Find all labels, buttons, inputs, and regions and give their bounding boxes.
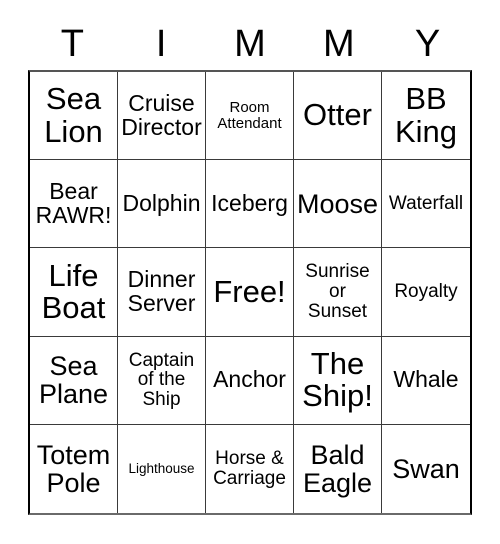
- bingo-cell[interactable]: Waterfall: [382, 160, 470, 249]
- header-letter-0: T: [60, 23, 84, 65]
- bingo-cell[interactable]: Anchor: [206, 336, 294, 425]
- header-letter-4: Y: [414, 23, 441, 65]
- bingo-cell[interactable]: Life Boat: [30, 248, 118, 337]
- bingo-cell[interactable]: BB King: [382, 72, 470, 161]
- bingo-cell-label: Room Attendant: [217, 99, 282, 132]
- bingo-cell[interactable]: Bear RAWR!: [30, 160, 118, 249]
- bingo-cell[interactable]: Cruise Director: [118, 72, 206, 161]
- bingo-cell[interactable]: Whale: [382, 336, 470, 425]
- bingo-cell-label: Iceberg: [211, 189, 288, 216]
- bingo-cell[interactable]: Iceberg: [206, 160, 294, 249]
- bingo-cell[interactable]: Dinner Server: [118, 248, 206, 337]
- bingo-cell[interactable]: Moose: [294, 160, 382, 249]
- bingo-cell-label: Bear RAWR!: [35, 177, 112, 228]
- bingo-cell[interactable]: Swan: [382, 424, 470, 513]
- bingo-cell[interactable]: Captain of the Ship: [118, 336, 206, 425]
- bingo-cell[interactable]: Lighthouse: [118, 424, 206, 513]
- bingo-cell[interactable]: Bald Eagle: [294, 424, 382, 513]
- bingo-cell[interactable]: Otter: [294, 72, 382, 161]
- bingo-cell-label: Whale: [393, 366, 459, 393]
- bingo-cell-label: Otter: [303, 97, 372, 133]
- bingo-cell-label: Free!: [213, 273, 286, 309]
- bingo-cell-label: Swan: [392, 453, 460, 484]
- bingo-cell-label: Waterfall: [388, 192, 464, 214]
- bingo-cell-label: Life Boat: [41, 257, 106, 325]
- bingo-cell-label: Dolphin: [122, 189, 201, 216]
- bingo-cell-label: Bald Eagle: [302, 439, 373, 498]
- header-letter-1: I: [155, 23, 167, 65]
- bingo-cell-label: Lighthouse: [128, 460, 195, 476]
- bingo-card: T I M M Y Sea Lion Cruise Director Room …: [0, 0, 500, 544]
- bingo-cell[interactable]: The Ship!: [294, 336, 382, 425]
- bingo-cell[interactable]: Horse & Carriage: [206, 424, 294, 513]
- bingo-cell[interactable]: Sea Lion: [30, 72, 118, 161]
- bingo-cell-label: Cruise Director: [121, 89, 202, 140]
- bingo-cell-label: Dinner Server: [127, 266, 196, 316]
- bingo-cell-label: Horse & Carriage: [213, 448, 286, 489]
- bingo-cell-label: Sea Plane: [38, 351, 109, 410]
- bingo-cell-label: Royalty: [394, 281, 458, 303]
- bingo-cell[interactable]: Royalty: [382, 248, 470, 337]
- bingo-grid: Sea Lion Cruise Director Room Attendant …: [28, 70, 472, 515]
- bingo-cell-label: Moose: [296, 188, 379, 219]
- bingo-cell[interactable]: Sea Plane: [30, 336, 118, 425]
- bingo-cell-label: Totem Pole: [36, 439, 111, 498]
- bingo-cell-label: Anchor: [213, 366, 286, 393]
- bingo-cell-label: BB King: [394, 81, 458, 149]
- header-letter-3: M: [322, 23, 355, 65]
- bingo-header: T I M M Y: [28, 18, 472, 70]
- bingo-cell-label: Sea Lion: [44, 81, 103, 149]
- bingo-cell[interactable]: Room Attendant: [206, 72, 294, 161]
- bingo-cell[interactable]: Dolphin: [118, 160, 206, 249]
- bingo-cell-label: Sunrise or Sunset: [305, 261, 370, 322]
- bingo-cell[interactable]: Sunrise or Sunset: [294, 248, 382, 337]
- bingo-cell-free[interactable]: Free!: [206, 248, 294, 337]
- bingo-cell-label: The Ship!: [302, 345, 373, 414]
- bingo-cell[interactable]: Totem Pole: [30, 424, 118, 513]
- bingo-cell-label: Captain of the Ship: [128, 349, 195, 411]
- header-letter-2: M: [234, 23, 266, 65]
